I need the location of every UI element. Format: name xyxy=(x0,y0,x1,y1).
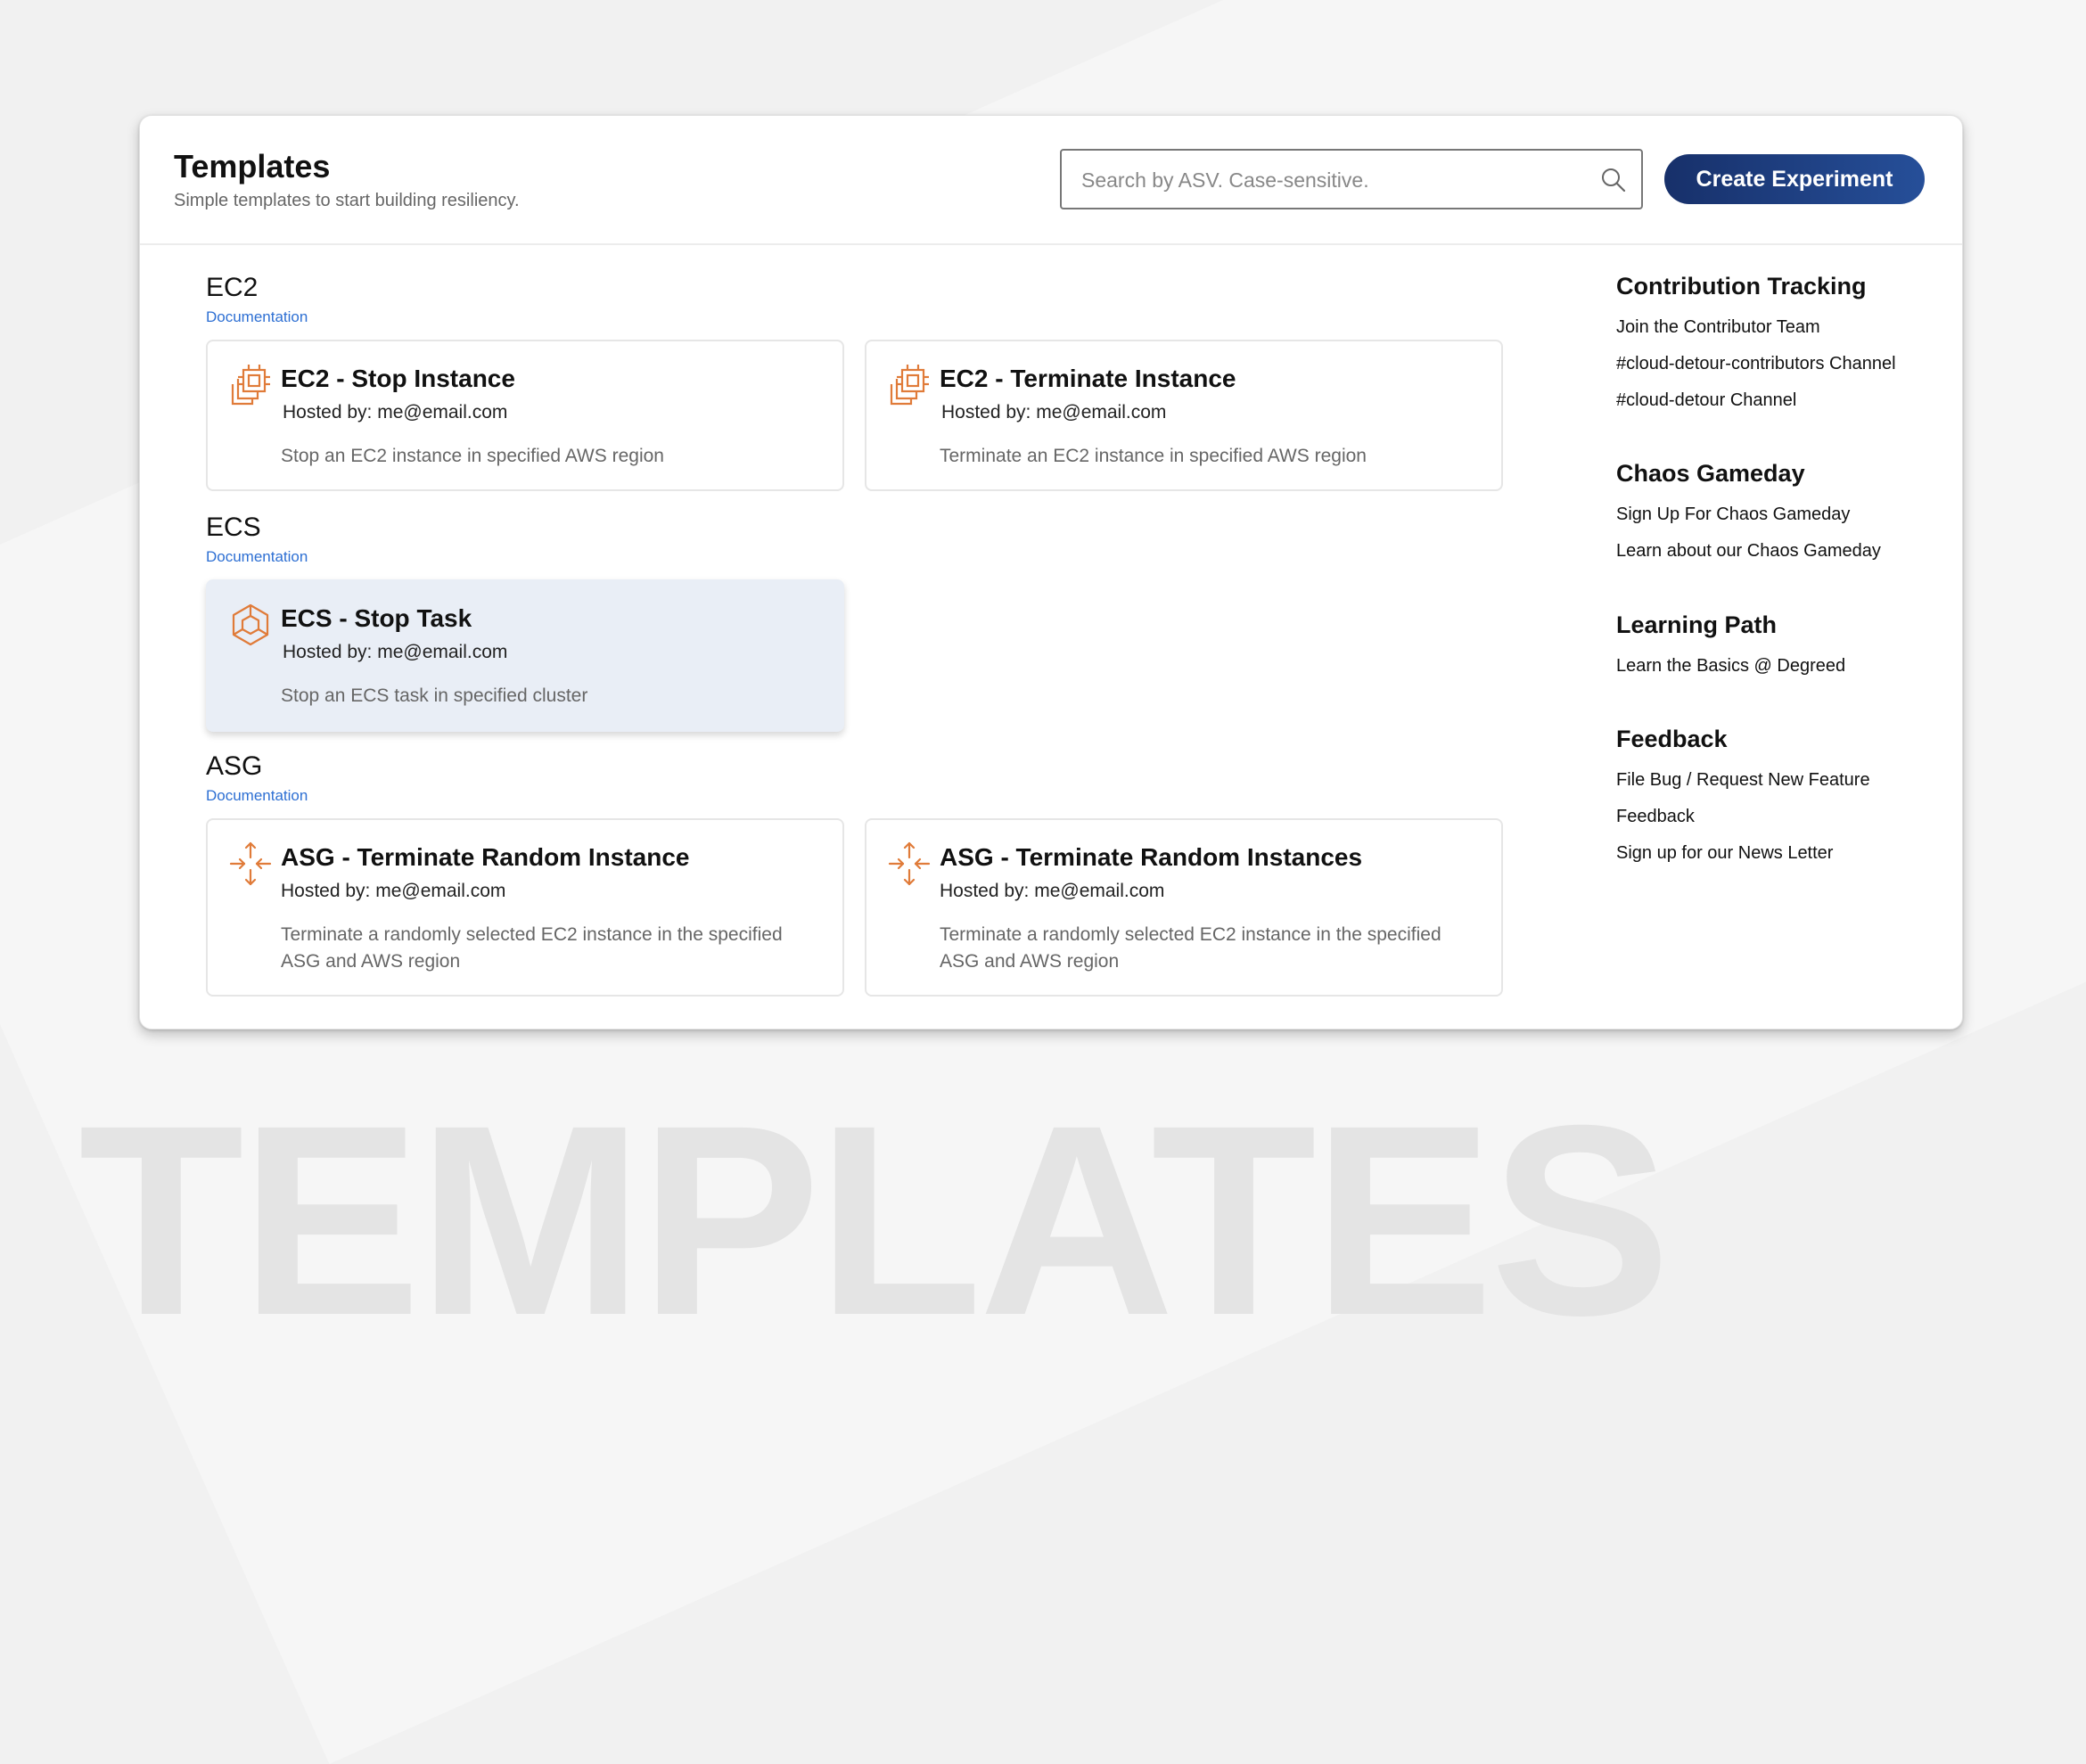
templates-panel: Templates Simple templates to start buil… xyxy=(139,115,1963,1030)
create-experiment-button[interactable]: Create Experiment xyxy=(1664,154,1925,204)
sidebar-link-news-letter[interactable]: Sign up for our News Letter xyxy=(1616,843,1833,864)
card-title: ASG - Terminate Random Instance xyxy=(281,843,690,871)
sidebar-link-contributors-channel[interactable]: #cloud-detour-contributors Channel xyxy=(1616,354,1896,374)
card-title: EC2 - Stop Instance xyxy=(281,365,515,392)
card-host: Hosted by: me@email.com xyxy=(283,402,508,423)
sidebar-link-learn-chaos-gameday[interactable]: Learn about our Chaos Gameday xyxy=(1616,541,1881,562)
template-card-asg-terminate-random-instances[interactable]: ASG - Terminate Random Instances Hosted … xyxy=(865,818,1503,997)
template-card-ec2-terminate-instance[interactable]: EC2 - Terminate Instance Hosted by: me@e… xyxy=(865,340,1503,491)
section-title-ec2: EC2 xyxy=(206,273,259,302)
card-title: ECS - Stop Task xyxy=(281,604,472,632)
sidebar-link-feedback[interactable]: Feedback xyxy=(1616,807,1695,827)
sidebar-title-contribution-tracking: Contribution Tracking xyxy=(1616,273,1867,299)
panel-header: Templates Simple templates to start buil… xyxy=(140,116,1962,245)
card-description: Terminate a randomly selected EC2 instan… xyxy=(281,924,783,972)
sidebar-link-cloud-detour-channel[interactable]: #cloud-detour Channel xyxy=(1616,390,1796,411)
sidebar-link-join-contributor-team[interactable]: Join the Contributor Team xyxy=(1616,317,1820,338)
sidebar-link-learn-basics[interactable]: Learn the Basics @ Degreed xyxy=(1616,656,1845,677)
card-description: Stop an ECS task in specified cluster xyxy=(281,685,588,706)
ecs-documentation-link[interactable]: Documentation xyxy=(206,548,308,566)
hexagon-icon xyxy=(232,603,269,646)
search-input[interactable] xyxy=(1080,151,1591,209)
sidebar-link-sign-up-chaos-gameday[interactable]: Sign Up For Chaos Gameday xyxy=(1616,505,1850,525)
card-host: Hosted by: me@email.com xyxy=(941,402,1167,423)
page-subtitle: Simple templates to start building resil… xyxy=(174,191,520,210)
template-card-ec2-stop-instance[interactable]: EC2 - Stop Instance Hosted by: me@email.… xyxy=(206,340,844,491)
page-title: Templates xyxy=(174,148,331,185)
scale-arrows-icon xyxy=(229,841,272,886)
sidebar-link-file-bug[interactable]: File Bug / Request New Feature xyxy=(1616,770,1870,791)
template-card-ecs-stop-task[interactable]: ECS - Stop Task Hosted by: me@email.com … xyxy=(206,579,844,732)
card-description: Stop an EC2 instance in specified AWS re… xyxy=(281,446,664,466)
scale-arrows-icon xyxy=(888,841,931,886)
card-title: ASG - Terminate Random Instances xyxy=(940,843,1363,871)
card-description: Terminate an EC2 instance in specified A… xyxy=(940,446,1367,466)
sidebar-title-learning-path: Learning Path xyxy=(1616,611,1778,638)
card-host: Hosted by: me@email.com xyxy=(283,642,508,662)
section-title-asg: ASG xyxy=(206,751,263,781)
sidebar-title-feedback: Feedback xyxy=(1616,726,1728,752)
sidebar-title-chaos-gameday: Chaos Gameday xyxy=(1616,460,1805,487)
background-watermark: TEMPLATES xyxy=(78,1070,1671,1372)
ec2-documentation-link[interactable]: Documentation xyxy=(206,308,308,326)
card-host: Hosted by: me@email.com xyxy=(281,881,506,901)
search-box[interactable] xyxy=(1060,149,1643,209)
chip-icon xyxy=(890,365,929,406)
card-description: Terminate a randomly selected EC2 instan… xyxy=(940,924,1441,972)
section-title-ecs: ECS xyxy=(206,513,261,542)
card-title: EC2 - Terminate Instance xyxy=(940,365,1236,392)
card-host: Hosted by: me@email.com xyxy=(940,881,1165,901)
template-card-asg-terminate-random-instance[interactable]: ASG - Terminate Random Instance Hosted b… xyxy=(206,818,844,997)
asg-documentation-link[interactable]: Documentation xyxy=(206,787,308,805)
chip-icon xyxy=(231,365,270,406)
search-icon[interactable] xyxy=(1600,167,1627,193)
